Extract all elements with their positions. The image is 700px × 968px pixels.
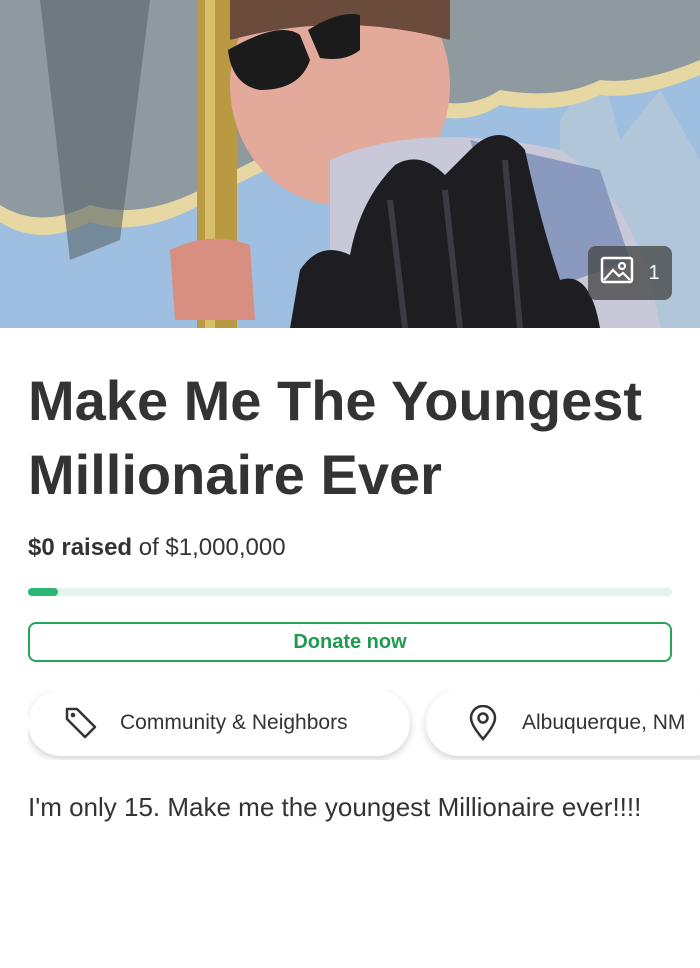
map-pin-icon bbox=[464, 704, 502, 742]
campaign-description: I'm only 15. Make me the youngest Millio… bbox=[28, 792, 642, 822]
raised-amount: $0 raised bbox=[28, 534, 133, 561]
donation-progress-bar bbox=[28, 588, 672, 596]
donation-progress-fill bbox=[28, 588, 58, 596]
photo-count-badge[interactable]: 1 bbox=[588, 246, 672, 300]
tag-icon bbox=[62, 704, 100, 742]
image-icon bbox=[600, 256, 634, 290]
category-chip[interactable]: Community & Neighbors bbox=[28, 690, 410, 756]
donate-now-button[interactable]: Donate now bbox=[28, 622, 672, 662]
funds-raised-summary: $0 raised of $1,000,000 bbox=[28, 534, 672, 562]
campaign-hero-image[interactable]: 1 bbox=[0, 0, 700, 328]
location-chip[interactable]: Albuquerque, NM bbox=[426, 690, 700, 756]
goal-text: of $1,000,000 bbox=[138, 534, 286, 561]
category-label: Community & Neighbors bbox=[120, 711, 348, 734]
campaign-title: Make Me The Youngest Millionaire Ever bbox=[28, 369, 643, 506]
campaign-tags: Community & Neighbors Albuquerque, NM bbox=[28, 690, 700, 760]
photo-count-text: 1 bbox=[648, 261, 660, 284]
location-label: Albuquerque, NM bbox=[522, 711, 686, 734]
campaign-content: Make Me The Youngest Millionaire Ever $0… bbox=[0, 364, 700, 827]
